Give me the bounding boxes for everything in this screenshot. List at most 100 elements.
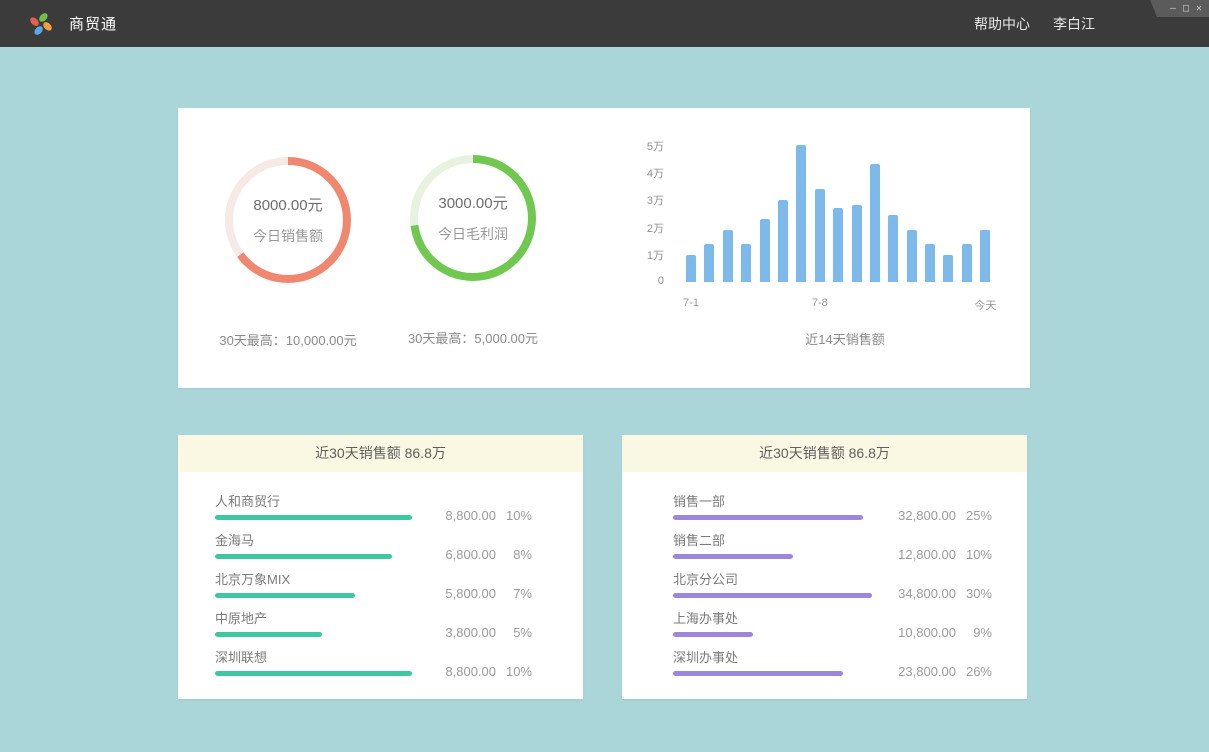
list-item: 人和商贸行 8,800.0010% [178,488,583,527]
app-logo-icon [28,11,54,37]
list-item: 深圳办事处 23,800.0026% [622,644,1027,683]
list-item: 金海马 6,800.008% [178,527,583,566]
item-name: 销售二部 [673,530,725,549]
x-tick-label: 今天 [974,297,996,313]
chart-bar [723,230,733,282]
y-tick-label: 3万 [618,192,664,208]
window-controls: — □ ✕ [1150,0,1209,17]
item-percent: 5% [496,625,532,640]
chart-bar [741,244,751,282]
item-values: 3,800.005% [422,625,532,640]
chart-bar [925,244,935,282]
item-name: 深圳联想 [215,647,267,666]
chart-bar [686,255,696,282]
item-amount: 34,800.00 [882,586,956,601]
today-profit-ring: 3000.00元 今日毛利润 [410,155,536,281]
today-sales-max-note: 30天最高：10,000.00元 [198,330,378,349]
departments-list: 销售一部 32,800.0025% 销售二部 12,800.0010% 北京分公… [622,472,1027,683]
item-amount: 12,800.00 [882,547,956,562]
item-bar [673,632,753,637]
customers-panel-title: 近30天销售额 86.8万 [178,435,583,472]
y-tick-label: 4万 [618,165,664,181]
item-bar [215,554,392,559]
chart-bars [686,145,990,282]
x-tick-label: 7-1 [683,297,699,309]
today-sales-ring: 8000.00元 今日销售额 [225,157,351,283]
item-bar [673,515,863,520]
item-values: 6,800.008% [422,547,532,562]
item-values: 32,800.0025% [882,508,992,523]
customers-list: 人和商贸行 8,800.0010% 金海马 6,800.008% 北京万象MIX… [178,472,583,683]
item-percent: 25% [956,508,992,523]
y-tick-label: 5万 [618,138,664,154]
minimize-button[interactable]: — [1170,4,1176,14]
chart-bar [852,205,862,282]
item-percent: 8% [496,547,532,562]
today-sales-value: 8000.00元 [253,194,322,215]
chart-bar [962,244,972,282]
chart-bar [778,200,788,282]
item-bar [215,671,412,676]
item-bar [215,593,355,598]
item-percent: 26% [956,664,992,679]
item-bar [215,515,412,520]
chart-bar [704,244,714,282]
chart-bar [815,189,825,282]
item-percent: 10% [956,547,992,562]
item-name: 北京分公司 [673,569,738,588]
item-name: 人和商贸行 [215,491,280,510]
summary-card: 8000.00元 今日销售额 30天最高：10,000.00元 3000.00元… [178,108,1030,388]
item-name: 北京万象MIX [215,569,290,588]
list-item: 北京分公司 34,800.0030% [622,566,1027,605]
chart-bar [907,230,917,282]
item-bar [215,632,322,637]
item-name: 销售一部 [673,491,725,510]
list-item: 北京万象MIX 5,800.007% [178,566,583,605]
item-name: 深圳办事处 [673,647,738,666]
item-amount: 6,800.00 [422,547,496,562]
list-item: 上海办事处 10,800.009% [622,605,1027,644]
item-percent: 10% [496,508,532,523]
today-profit-label: 今日毛利润 [438,224,508,244]
item-values: 10,800.009% [882,625,992,640]
departments-sales-panel: 近30天销售额 86.8万 销售一部 32,800.0025% 销售二部 12,… [622,435,1027,699]
item-values: 8,800.0010% [422,508,532,523]
item-values: 23,800.0026% [882,664,992,679]
user-name-link[interactable]: 李白江 [1053,14,1095,34]
y-tick-label: 1万 [618,247,664,263]
item-bar [673,554,793,559]
chart-bar [760,219,770,282]
today-profit-gauge: 3000.00元 今日毛利润 30天最高：5,000.00元 [383,155,563,347]
dashboard: 8000.00元 今日销售额 30天最高：10,000.00元 3000.00元… [0,108,1209,699]
item-amount: 8,800.00 [422,508,496,523]
item-amount: 8,800.00 [422,664,496,679]
item-values: 12,800.0010% [882,547,992,562]
item-values: 5,800.007% [422,586,532,601]
list-item: 深圳联想 8,800.0010% [178,644,583,683]
item-percent: 7% [496,586,532,601]
list-item: 中原地产 3,800.005% [178,605,583,644]
chart-bar [870,164,880,282]
item-percent: 9% [956,625,992,640]
departments-panel-title: 近30天销售额 86.8万 [622,435,1027,472]
y-tick-label: 2万 [618,220,664,236]
app-title: 商贸通 [69,13,117,34]
maximize-button[interactable]: □ [1183,4,1189,14]
chart-bar [943,255,953,282]
item-amount: 3,800.00 [422,625,496,640]
x-tick-label: 7-8 [812,297,828,309]
help-center-link[interactable]: 帮助中心 [974,14,1030,34]
chart-caption: 近14天销售额 [805,329,884,348]
today-profit-value: 3000.00元 [438,192,507,213]
customers-sales-panel: 近30天销售额 86.8万 人和商贸行 8,800.0010% 金海马 6,80… [178,435,583,699]
item-name: 中原地产 [215,608,267,627]
chart-plot-area: 5万4万3万2万1万0 [618,137,1008,282]
item-values: 34,800.0030% [882,586,992,601]
close-button[interactable]: ✕ [1196,4,1202,14]
item-amount: 5,800.00 [422,586,496,601]
item-bar [673,671,843,676]
item-values: 8,800.0010% [422,664,532,679]
brand: 商贸通 [28,11,117,37]
item-bar [673,593,872,598]
titlebar: 商贸通 帮助中心 李白江 — □ ✕ [0,0,1209,47]
